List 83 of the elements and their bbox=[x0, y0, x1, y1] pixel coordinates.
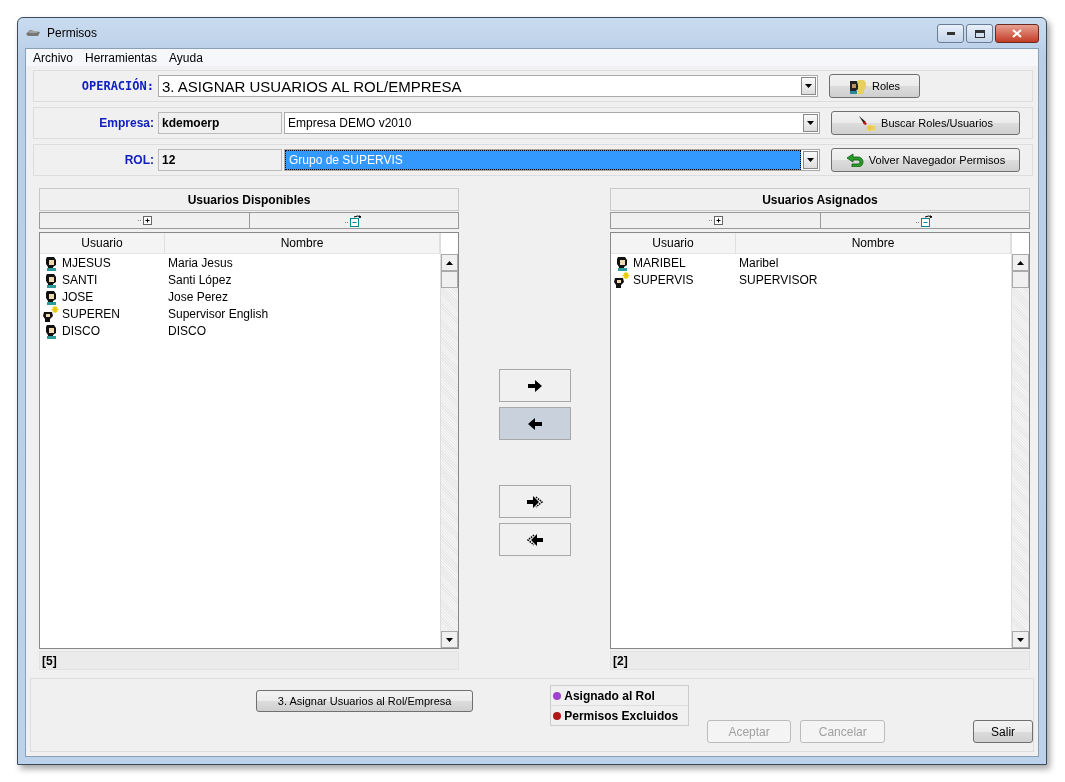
maximize-icon bbox=[974, 29, 985, 38]
down-arrow-icon[interactable] bbox=[1017, 637, 1024, 642]
table-cell-text: Santi López bbox=[167, 272, 233, 287]
up-arrow-icon[interactable] bbox=[1017, 260, 1024, 265]
toolbar-button[interactable]: Buscar Roles/Usuarios bbox=[831, 111, 1020, 135]
dropdown-field[interactable]: Empresa DEMO v2010 bbox=[284, 112, 820, 134]
left-arrow-icon bbox=[527, 417, 542, 430]
app-icon bbox=[25, 28, 41, 38]
menu-item[interactable]: Ayuda bbox=[164, 50, 210, 65]
table-cell: MARIBEL bbox=[633, 255, 686, 270]
flashlight-icon bbox=[858, 115, 877, 131]
table-cell: JOSE bbox=[62, 289, 94, 304]
field-label: ROL: bbox=[123, 153, 155, 167]
table-cell-text: Maribel bbox=[738, 255, 780, 270]
person-icon bbox=[43, 271, 59, 288]
field-label: OPERACIÓN: bbox=[80, 79, 155, 93]
record-count: [2] bbox=[610, 651, 1030, 670]
assign-button[interactable]: 3. Asignar Usuarios al Rol/Empresa bbox=[256, 690, 474, 712]
person-icon bbox=[43, 322, 59, 339]
transfer-button[interactable] bbox=[498, 407, 571, 440]
code-field: 12 bbox=[158, 149, 282, 171]
transfer-button[interactable] bbox=[498, 369, 571, 402]
minimize-button[interactable] bbox=[937, 24, 964, 43]
caret-icon bbox=[807, 121, 814, 125]
person-star-icon bbox=[614, 271, 630, 288]
table-cell-text: Supervisor English bbox=[167, 306, 270, 321]
table-cell-text: DISCO bbox=[167, 323, 207, 338]
right-arrow-icon bbox=[527, 379, 542, 392]
menu-item[interactable]: Archivo bbox=[28, 50, 80, 65]
scrollbar[interactable] bbox=[1011, 233, 1029, 648]
table-cell: DISCO bbox=[62, 323, 100, 338]
double-left-arrow-icon bbox=[526, 533, 543, 546]
list-title: Usuarios Asignados bbox=[610, 188, 1030, 211]
toolbar-button[interactable]: Roles bbox=[829, 74, 920, 98]
table-cell: SANTI bbox=[62, 272, 98, 287]
down-arrow-icon[interactable] bbox=[446, 637, 453, 642]
caret-icon bbox=[805, 84, 812, 88]
person-icon bbox=[43, 254, 59, 271]
table-cell-text: Maria Jesus bbox=[167, 255, 234, 270]
transfer-button[interactable] bbox=[498, 485, 571, 518]
caret-icon bbox=[807, 158, 814, 162]
person-star-icon bbox=[43, 305, 59, 322]
close-button[interactable] bbox=[995, 24, 1039, 43]
menu-item[interactable]: Herramientas bbox=[80, 50, 165, 65]
minimize-icon bbox=[946, 32, 955, 35]
return-arrow-icon bbox=[845, 153, 864, 167]
table-cell: SUPERVIS bbox=[633, 272, 694, 287]
scroll-thumb[interactable] bbox=[441, 271, 458, 288]
expand-icon[interactable] bbox=[137, 216, 152, 225]
transfer-button[interactable] bbox=[498, 523, 571, 556]
column-header[interactable]: Nombre bbox=[165, 233, 440, 254]
field-label: Empresa: bbox=[98, 116, 155, 130]
people-icon bbox=[848, 78, 867, 94]
list-title: Usuarios Disponibles bbox=[39, 188, 459, 211]
dropdown-field[interactable]: 3. ASIGNAR USUARIOS AL ROL/EMPRESA bbox=[158, 75, 818, 97]
column-header[interactable]: Nombre bbox=[736, 233, 1011, 254]
collapse-icon[interactable] bbox=[916, 214, 934, 227]
column-header[interactable]: Usuario bbox=[611, 233, 736, 254]
dropdown-button[interactable] bbox=[803, 114, 818, 132]
up-arrow-icon[interactable] bbox=[446, 260, 453, 265]
close-icon bbox=[1012, 29, 1022, 38]
dropdown-button[interactable] bbox=[801, 77, 816, 95]
toolbar-button[interactable]: Volver Navegador Permisos bbox=[831, 148, 1020, 172]
scroll-thumb[interactable] bbox=[1012, 271, 1029, 288]
collapse-icon[interactable] bbox=[345, 214, 363, 227]
table-cell: MJESUS bbox=[62, 255, 111, 270]
column-header[interactable]: Usuario bbox=[40, 233, 165, 254]
table-cell: SUPEREN bbox=[62, 306, 120, 321]
expand-icon[interactable] bbox=[708, 216, 723, 225]
table-cell-text: Jose Perez bbox=[167, 289, 230, 304]
record-count: [5] bbox=[39, 651, 459, 670]
legend-label: Permisos Excluidos bbox=[564, 708, 679, 723]
dialog-button[interactable]: Salir bbox=[973, 720, 1033, 743]
maximize-button[interactable] bbox=[966, 24, 993, 43]
dropdown-button[interactable] bbox=[803, 151, 818, 169]
scrollbar[interactable] bbox=[440, 233, 458, 648]
legend-label: Asignado al Rol bbox=[564, 688, 655, 703]
window-title: Permisos bbox=[47, 26, 97, 40]
code-field: kdemoerp bbox=[158, 112, 282, 134]
double-right-arrow-icon bbox=[526, 495, 543, 508]
table-cell-text: SUPERVISOR bbox=[738, 272, 819, 287]
person-icon bbox=[43, 288, 59, 305]
person-icon bbox=[614, 254, 630, 271]
